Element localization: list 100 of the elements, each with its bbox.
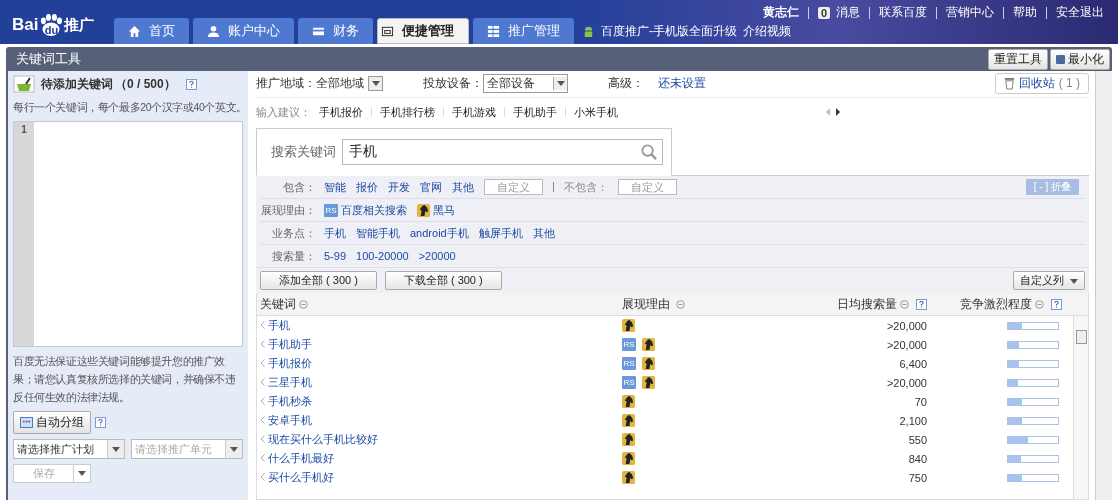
- filter-label: 不包含：: [564, 179, 608, 195]
- plan-select[interactable]: 请选择推广计划: [13, 439, 125, 459]
- scroll-arrows-icon[interactable]: [826, 108, 840, 116]
- table-cell: 2,100: [899, 414, 927, 427]
- search-field[interactable]: 手机: [342, 139, 663, 165]
- sort-icon[interactable]: [299, 299, 308, 309]
- notice-text: 百度无法保证这些关键词能够提升您的推广效果；请您认真复核所选择的关键词，并确保不违反任何生效的法律法规。: [13, 354, 237, 405]
- intro-video-link[interactable]: 介绍视频: [743, 22, 791, 40]
- chevron-icon[interactable]: [260, 435, 265, 443]
- rs-badge: RS: [622, 376, 636, 389]
- keyword-link[interactable]: 什么手机最好: [268, 452, 334, 464]
- column-header[interactable]: 关键词: [260, 295, 296, 313]
- tool-title: 关键词工具: [16, 50, 81, 68]
- filter-link[interactable]: 其他: [452, 179, 474, 195]
- nav-tab[interactable]: 财务: [298, 18, 373, 44]
- filter-link[interactable]: 官网: [420, 179, 442, 195]
- filter-link[interactable]: 开发: [388, 179, 410, 195]
- suggestion-link[interactable]: 小米手机: [574, 104, 618, 120]
- table-cell: >20,000: [886, 338, 927, 351]
- rs-badge: RS: [324, 203, 338, 217]
- filter-link[interactable]: 触屏手机: [478, 225, 523, 241]
- chevron-icon[interactable]: [260, 454, 265, 462]
- reset-button[interactable]: 重置工具: [988, 48, 1048, 70]
- filter-link[interactable]: 智能手机: [356, 225, 400, 241]
- nav-tab[interactable]: 账户中心: [193, 18, 294, 44]
- minimize-button[interactable]: 最小化: [1050, 48, 1110, 70]
- caret-icon[interactable]: [112, 446, 120, 452]
- filter-link[interactable]: 100-20000: [356, 250, 409, 262]
- filter-link[interactable]: 百度相关搜索: [341, 202, 407, 218]
- auto-group-button[interactable]: 自动分组: [13, 411, 91, 434]
- keyword-link[interactable]: 安卓手机: [268, 414, 312, 426]
- filter-link[interactable]: 报价: [356, 179, 378, 195]
- search-icon[interactable]: [641, 143, 658, 161]
- trash-icon: [1003, 76, 1015, 90]
- add-all-button[interactable]: 添加全部 ( 300 ): [260, 271, 377, 290]
- chevron-icon[interactable]: [260, 473, 265, 481]
- rs-badge: RS: [622, 338, 636, 351]
- filter-link[interactable]: 智能: [324, 179, 346, 195]
- header-link[interactable]: 帮助: [1013, 4, 1037, 21]
- chevron-icon[interactable]: [260, 397, 265, 405]
- advanced-link[interactable]: 还未设置: [658, 74, 706, 92]
- column-header[interactable]: 日均搜索量: [837, 295, 897, 313]
- column-header[interactable]: 展现理由: [622, 295, 670, 313]
- keyword-link[interactable]: 手机秒杀: [268, 395, 312, 407]
- keyword-link[interactable]: 三星手机: [268, 376, 312, 388]
- suggestion-link[interactable]: 手机报价: [319, 104, 363, 120]
- caret-icon[interactable]: [556, 80, 565, 86]
- filter-link[interactable]: 手机: [324, 225, 346, 241]
- recycle-bin-button[interactable]: 回收站 ( 1 ): [994, 72, 1089, 94]
- chevron-icon[interactable]: [260, 378, 265, 386]
- filter-link[interactable]: 其他: [532, 225, 555, 241]
- keyword-link[interactable]: 买什么手机好: [268, 471, 334, 483]
- promo-text: 百度推广-手机版全面升级: [601, 22, 737, 40]
- scrollbar[interactable]: [1073, 316, 1088, 499]
- scrollbar[interactable]: [1095, 71, 1112, 500]
- region-dropdown[interactable]: 全部地域: [316, 74, 383, 92]
- suggestion-link[interactable]: 手机助手: [513, 104, 557, 120]
- messages-link[interactable]: 消息: [836, 4, 860, 21]
- advanced-label: 高级：: [608, 74, 644, 92]
- suggestion-link[interactable]: 手机排行榜: [380, 104, 435, 120]
- sort-icon[interactable]: [1035, 299, 1044, 309]
- search-tab[interactable]: 搜索关键词 手机: [256, 128, 672, 176]
- android-icon: [582, 24, 595, 38]
- custom-columns-button[interactable]: 自定义列: [1013, 271, 1085, 290]
- keyword-link[interactable]: 手机助手: [268, 338, 312, 350]
- chevron-icon[interactable]: [260, 416, 265, 424]
- keyword-editor[interactable]: 1: [13, 121, 243, 347]
- sort-icon[interactable]: [900, 299, 909, 309]
- header-link[interactable]: 营销中心: [946, 4, 994, 21]
- help-icon[interactable]: [1051, 298, 1062, 310]
- nav-tab[interactable]: 便捷管理: [377, 18, 469, 44]
- table-cell: 840: [908, 452, 927, 465]
- help-icon[interactable]: [95, 417, 106, 428]
- filter-link[interactable]: >20000: [418, 250, 456, 262]
- header-link[interactable]: 安全退出: [1056, 4, 1104, 21]
- filter-label: 展现理由：: [260, 202, 316, 218]
- filter-link[interactable]: 5-99: [324, 250, 347, 262]
- keyword-link[interactable]: 手机报价: [268, 357, 312, 369]
- suggestion-link[interactable]: 手机游戏: [452, 104, 496, 120]
- chevron-icon[interactable]: [260, 359, 265, 367]
- sort-icon[interactable]: [676, 299, 685, 309]
- download-all-button[interactable]: 下载全部 ( 300 ): [384, 271, 502, 290]
- help-icon[interactable]: [916, 298, 927, 310]
- column-header[interactable]: 竞争激烈程度: [960, 295, 1032, 313]
- caret-icon[interactable]: [371, 80, 380, 86]
- device-select[interactable]: 全部设备: [483, 73, 568, 93]
- filter-link[interactable]: 黑马: [433, 202, 455, 218]
- table-cell: 750: [908, 471, 927, 484]
- help-icon[interactable]: [185, 78, 197, 90]
- nav-tab[interactable]: 推广管理: [473, 18, 574, 44]
- header-link[interactable]: 联系百度: [879, 4, 927, 21]
- keyword-link[interactable]: 手机: [268, 319, 290, 331]
- hint-text: 每行一个关键词，每个最多20个汉字或40个英文。: [13, 100, 243, 115]
- user-name: 黄志仁: [762, 4, 799, 21]
- nav-tab[interactable]: 首页: [114, 18, 189, 44]
- filter-link[interactable]: android手机: [410, 225, 469, 241]
- chevron-icon[interactable]: [260, 340, 265, 348]
- keyword-link[interactable]: 现在买什么手机比较好: [268, 433, 378, 445]
- chevron-icon[interactable]: [260, 321, 265, 329]
- basket-icon: [13, 75, 35, 93]
